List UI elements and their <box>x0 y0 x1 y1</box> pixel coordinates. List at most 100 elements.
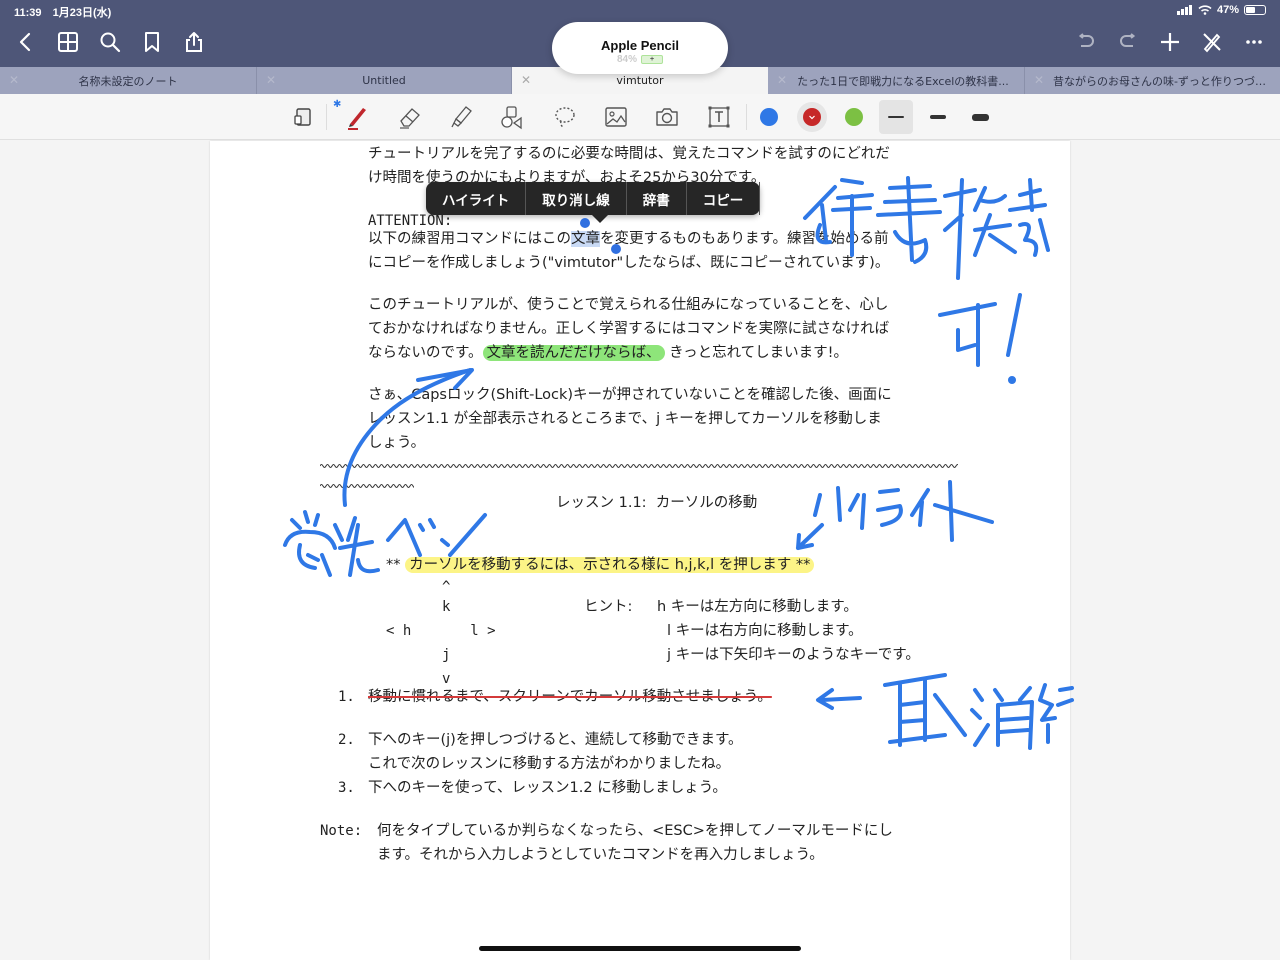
back-button[interactable] <box>12 28 40 56</box>
add-icon <box>1161 33 1179 51</box>
hint-h: h キーは左方向に移動します。 <box>657 599 858 615</box>
pen-off-button[interactable] <box>1198 28 1226 56</box>
note-line: ます。それから入力しようとしていたコマンドを再入力しましょう。 <box>377 847 824 863</box>
undo-button[interactable] <box>1072 28 1100 56</box>
hint-l: l キーは右方向に移動します。 <box>667 623 863 639</box>
chevron-down-icon <box>809 115 815 120</box>
shapes-icon <box>501 106 522 130</box>
selected-text[interactable]: 文章 <box>571 231 600 247</box>
undo-icon <box>1078 33 1094 47</box>
doc-line[interactable]: 以下の練習用コマンドにはこの文章を変更するものもあります。練習を始める前 <box>368 229 889 249</box>
more-icon <box>1246 40 1262 44</box>
tab-label: Untitled <box>362 74 406 87</box>
toolbar-divider <box>326 104 327 130</box>
thickness-thick[interactable] <box>972 114 989 121</box>
text-span: 以下の練習用コマンドにはこの <box>368 231 571 247</box>
menu-item-copy[interactable]: コピー <box>687 182 761 215</box>
pen-icon <box>348 108 366 130</box>
tab-untitled-note[interactable]: ✕ 名称未設定のノート <box>0 67 257 94</box>
redo-icon <box>1120 33 1136 47</box>
doc-line: ** カーソルを移動するには、示される様に h,j,k,l を押します ** <box>386 555 815 575</box>
pen-tool[interactable] <box>340 101 374 133</box>
lesson-title: レッスン 1.1: カーソルの移動 <box>556 495 758 511</box>
toolbar-divider <box>746 104 747 130</box>
doc-line: にコピーを作成しましょう("vimtutor"したならば、既にコピーされています… <box>368 255 890 271</box>
tab-close-icon[interactable]: ✕ <box>266 73 276 87</box>
text-span: ならないのです。 <box>368 345 483 361</box>
textbox-tool[interactable] <box>702 101 736 133</box>
color-green[interactable] <box>845 108 863 126</box>
hint-j: j キーは下矢印キーのようなキーです。 <box>667 647 920 663</box>
tab-excel-book[interactable]: ✕ たった1日で即戦力になるExcelの教科書... <box>768 67 1025 94</box>
camera-tool[interactable] <box>650 101 684 133</box>
list-item: 下へのキー(j)を押しつづけると、連続して移動できます。 <box>368 732 743 748</box>
battery-icon <box>1244 5 1266 15</box>
diagram-hl: < h l > <box>386 623 496 639</box>
doc-line: ておかなければなりません。正しく学習するにはコマンドを実際に試さなければ <box>368 321 890 337</box>
thickness-medium[interactable] <box>930 115 946 119</box>
thickness-thin[interactable] <box>888 116 904 118</box>
shapes-tool[interactable] <box>494 101 528 133</box>
list-item: 下へのキーを使って、レッスン1.2 に移動しましょう。 <box>368 780 727 796</box>
selection-handle-start[interactable] <box>580 218 590 228</box>
apple-pencil-popup: Apple Pencil 84% + <box>552 22 728 74</box>
menu-item-dictionary[interactable]: 辞書 <box>627 182 687 215</box>
share-button[interactable] <box>180 28 208 56</box>
document-page[interactable]: チュートリアルを完了するのに必要な時間は、覚えたコマンドを試すのにどれだ け時間… <box>210 141 1070 960</box>
note-label: Note: <box>320 823 363 839</box>
selection-handle-end[interactable] <box>611 244 621 254</box>
tab-label: 名称未設定のノート <box>78 74 178 88</box>
status-right: 47% <box>1176 4 1266 16</box>
thumbnails-button[interactable] <box>54 28 82 56</box>
menu-pointer <box>592 215 608 223</box>
bookmark-button[interactable] <box>138 28 166 56</box>
text-span: を変更するものもあります。練習を始める前 <box>600 231 889 247</box>
color-red[interactable] <box>803 108 821 126</box>
pen-off-icon <box>1203 33 1221 53</box>
search-button[interactable] <box>96 28 124 56</box>
signal-icon <box>1176 5 1192 15</box>
home-indicator[interactable] <box>479 946 801 951</box>
add-page-button[interactable] <box>1156 28 1184 56</box>
text-span: ** <box>386 557 401 573</box>
wavy-divider <box>320 484 414 488</box>
nav-left <box>12 28 208 56</box>
page-layout-button[interactable] <box>286 101 320 133</box>
doc-line: チュートリアルを完了するのに必要な時間は、覚えたコマンドを試すのにどれだ <box>368 146 890 162</box>
eraser-tool[interactable] <box>393 101 427 133</box>
lasso-icon <box>555 107 575 128</box>
status-time: 11:39 <box>14 7 42 19</box>
color-blue[interactable] <box>760 108 778 126</box>
tab-close-icon[interactable]: ✕ <box>521 73 531 87</box>
tab-close-icon[interactable]: ✕ <box>1034 73 1044 87</box>
doc-line: このチュートリアルが、使うことで覚えられる仕組みになっていることを、心し <box>368 297 889 313</box>
tab-close-icon[interactable]: ✕ <box>9 73 19 87</box>
drawing-toolbar: ✱ <box>0 94 1280 140</box>
menu-item-strikethrough[interactable]: 取り消し線 <box>526 182 627 215</box>
list-item: これで次のレッスンに移動する方法がわかりましたね。 <box>368 756 731 772</box>
redo-button[interactable] <box>1114 28 1142 56</box>
yellow-highlight[interactable]: カーソルを移動するには、示される様に h,j,k,l を押します ** <box>405 557 815 573</box>
tab-recipe-book[interactable]: ✕ 昔ながらのお母さんの味-ずっと作りつづ… <box>1025 67 1280 94</box>
wavy-divider <box>320 464 958 468</box>
search-icon <box>100 32 121 53</box>
note-line: 何をタイプしているか判らなくなったら、<ESC>を押してノーマルモードにし <box>377 823 893 839</box>
diagram-up: ^ <box>442 579 451 595</box>
tab-close-icon[interactable]: ✕ <box>777 73 787 87</box>
tab-untitled[interactable]: ✕ Untitled <box>257 67 512 94</box>
grid-icon <box>58 32 78 52</box>
text-context-menu: ハイライト 取り消し線 辞書 コピー <box>426 182 761 223</box>
highlighter-tool[interactable] <box>444 101 478 133</box>
green-highlight[interactable]: 文章を読んだだけならば、 <box>482 345 665 361</box>
menu-item-highlight[interactable]: ハイライト <box>426 182 527 215</box>
image-tool[interactable] <box>599 101 633 133</box>
pencil-battery-percent: 84% <box>616 54 637 65</box>
lasso-tool[interactable] <box>548 101 582 133</box>
list-number: 1. <box>338 689 355 705</box>
doc-line: ならないのです。 文章を読んだだけならば、 きっと忘れてしまいます!。 <box>368 343 848 363</box>
more-button[interactable] <box>1240 28 1268 56</box>
eraser-icon <box>400 108 420 129</box>
battery-percent: 47% <box>1216 4 1239 16</box>
status-bar: 11:39 1月23日(水) <box>14 4 119 20</box>
diagram-k: k <box>442 599 451 615</box>
